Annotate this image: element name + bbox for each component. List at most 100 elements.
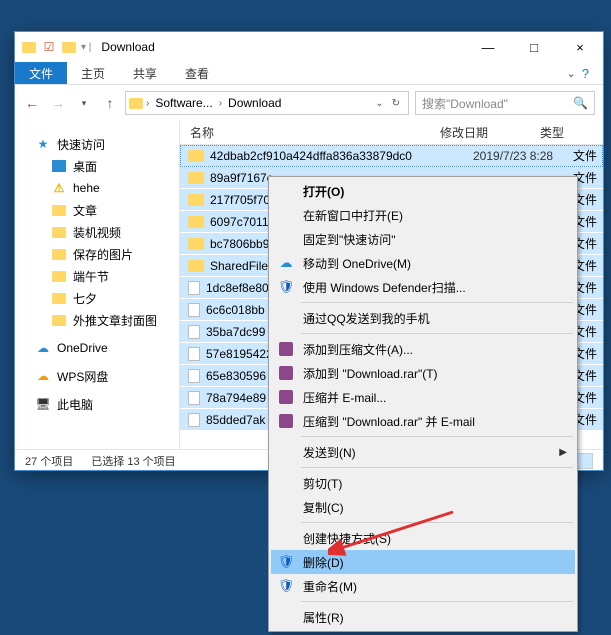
sidebar-onedrive[interactable]: ☁OneDrive [15,337,179,359]
document-icon [188,413,200,427]
refresh-icon[interactable]: ↻ [390,98,402,109]
sidebar-item-waitu[interactable]: 外推文章封面图 [15,309,179,331]
document-icon [188,391,200,405]
checkbox-icon[interactable]: ☑ [41,39,57,55]
sidebar-item-duanwu[interactable]: 端午节 [15,265,179,287]
ctx-add-archive[interactable]: 添加到压缩文件(A)... [271,337,575,361]
qat-divider: ▾ | [81,42,91,53]
folder-icon [188,260,204,272]
column-name[interactable]: 名称 [180,124,440,141]
document-icon [188,369,200,383]
chevron-right-icon[interactable]: › [144,98,151,109]
sidebar-item-desktop[interactable]: 桌面 [15,155,179,177]
ribbon-tabs: 文件 主页 共享 查看 ⌄ ? [15,62,603,85]
document-icon [188,347,200,361]
chevron-right-icon[interactable]: › [217,98,224,109]
tab-file[interactable]: 文件 [15,62,67,84]
sidebar-this-pc[interactable]: 🖥此电脑 [15,393,179,415]
sidebar-item-saved-pics[interactable]: 保存的图片 [15,243,179,265]
close-button[interactable]: × [557,32,603,62]
ctx-rename[interactable]: 🛡重命名(M) [271,574,575,598]
breadcrumb[interactable]: › Software... › Download ⌄ ↻ [125,91,409,115]
shield-icon: 🛡 [277,577,295,595]
folder-icon [51,246,67,262]
ctx-properties[interactable]: 属性(R) [271,605,575,629]
ctx-qq-send[interactable]: 通过QQ发送到我的手机 [271,306,575,330]
back-button[interactable]: ← [23,94,41,112]
desktop-icon [51,158,67,174]
document-icon [188,325,200,339]
ctx-copy[interactable]: 复制(C) [271,495,575,519]
column-headers[interactable]: 名称 修改日期 类型 [180,121,603,145]
tab-home[interactable]: 主页 [67,62,119,84]
ctx-cut[interactable]: 剪切(T) [271,471,575,495]
tab-view[interactable]: 查看 [171,62,223,84]
folder-icon [188,216,204,228]
window-title: Download [101,40,154,54]
ctx-add-rar[interactable]: 添加到 "Download.rar"(T) [271,361,575,385]
rar-icon [277,412,295,430]
dropdown-icon[interactable]: ⌄ [373,98,385,109]
rar-icon [277,388,295,406]
column-type[interactable]: 类型 [540,124,603,141]
document-icon [188,281,200,295]
titlebar[interactable]: ☑ ▾ | Download — □ × [15,32,603,62]
chevron-right-icon: ▶ [559,447,567,458]
breadcrumb-segment[interactable]: Software... [151,96,216,110]
folder-icon [188,238,204,250]
ctx-open-new-window[interactable]: 在新窗口中打开(E) [271,203,575,227]
expand-ribbon-icon[interactable]: ⌄ [567,67,576,80]
sidebar-item-qixi[interactable]: 七夕 [15,287,179,309]
tab-share[interactable]: 共享 [119,62,171,84]
file-type: 文件 [573,147,603,164]
column-date[interactable]: 修改日期 [440,124,540,141]
file-row[interactable]: 42dbab2cf910a424dffa836a33879dc02019/7/2… [180,145,603,167]
menu-separator [301,333,573,334]
maximize-button[interactable]: □ [511,32,557,62]
context-menu: 打开(O) 在新窗口中打开(E) 固定到"快速访问" ☁移动到 OneDrive… [268,176,578,632]
navigation-pane: ★快速访问 桌面 ⚠hehe 文章 装机视频 保存的图片 端午节 七夕 外推文章… [15,121,180,449]
ctx-send-to[interactable]: 发送到(N)▶ [271,440,575,464]
minimize-button[interactable]: — [465,32,511,62]
search-input[interactable]: 搜索"Download" 🔍 [415,91,595,115]
sidebar-item-hehe[interactable]: ⚠hehe [15,177,179,199]
folder-icon [188,150,204,162]
ctx-delete[interactable]: 🛡删除(D) [271,550,575,574]
ctx-create-shortcut[interactable]: 创建快捷方式(S) [271,526,575,550]
folder-icon [51,202,67,218]
sidebar-item-wenzhang[interactable]: 文章 [15,199,179,221]
document-icon [188,303,200,317]
sidebar-quick-access[interactable]: ★快速访问 [15,133,179,155]
ctx-defender[interactable]: 🛡使用 Windows Defender扫描... [271,275,575,299]
shield-icon: 🛡 [277,553,295,571]
folder-icon [51,290,67,306]
folder-icon [128,95,144,111]
help-icon[interactable]: ? [582,66,589,81]
folder-icon [51,224,67,240]
cloud-icon: ☁ [35,340,51,356]
ctx-compress-email[interactable]: 压缩并 E-mail... [271,385,575,409]
nav-arrows: ← → ▾ ↑ [23,94,119,112]
address-bar: ← → ▾ ↑ › Software... › Download ⌄ ↻ 搜索"… [15,85,603,121]
pc-icon: 🖥 [35,396,51,412]
cloud-icon: ☁ [35,368,51,384]
ctx-open[interactable]: 打开(O) [271,179,575,203]
menu-separator [301,302,573,303]
up-button[interactable]: ↑ [101,94,119,112]
file-date: 2019/7/23 8:28 [473,149,573,163]
folder-icon [51,312,67,328]
selected-count: 已选择 13 个项目 [91,453,175,469]
file-name: 42dbab2cf910a424dffa836a33879dc0 [210,149,473,163]
rar-icon [277,340,295,358]
recent-dropdown[interactable]: ▾ [75,94,93,112]
forward-button[interactable]: → [49,94,67,112]
sidebar-item-zhuangji[interactable]: 装机视频 [15,221,179,243]
ctx-compress-rar-email[interactable]: 压缩到 "Download.rar" 并 E-mail [271,409,575,433]
warning-icon: ⚠ [51,180,67,196]
sidebar-wps[interactable]: ☁WPS网盘 [15,365,179,387]
ctx-pin-quick[interactable]: 固定到"快速访问" [271,227,575,251]
breadcrumb-segment[interactable]: Download [224,96,285,110]
ctx-onedrive[interactable]: ☁移动到 OneDrive(M) [271,251,575,275]
item-count: 27 个项目 [25,453,73,469]
menu-separator [301,522,573,523]
